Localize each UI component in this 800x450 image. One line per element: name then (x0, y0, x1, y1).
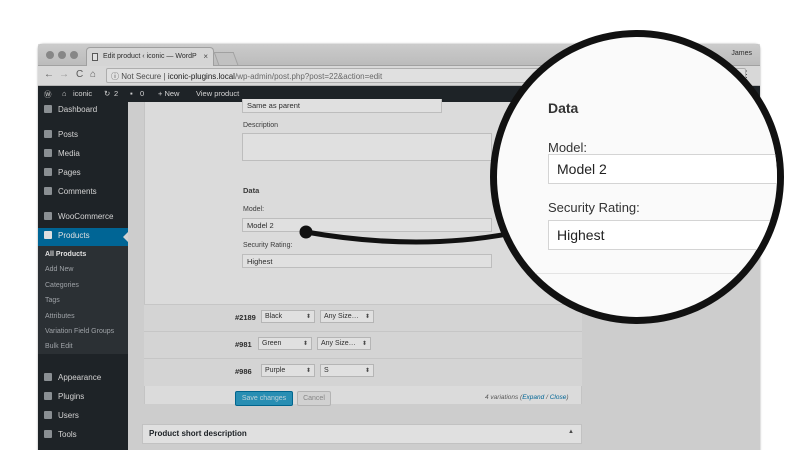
screen: Edit product ‹ iconic — WordP × James ← … (0, 0, 800, 450)
connector-dot (299, 225, 313, 239)
magnified-model-label: Model: (548, 140, 588, 155)
magnified-data-heading: Data (548, 100, 579, 116)
magnified-security-input: Highest (548, 220, 777, 250)
magnified-model-input: Model 2 (548, 154, 777, 184)
divider (517, 273, 777, 274)
magnifier-lens: Data Model: Model 2 Security Rating: Hig… (490, 30, 784, 324)
connector-line (305, 229, 519, 245)
magnified-security-label: Security Rating: (548, 200, 640, 215)
